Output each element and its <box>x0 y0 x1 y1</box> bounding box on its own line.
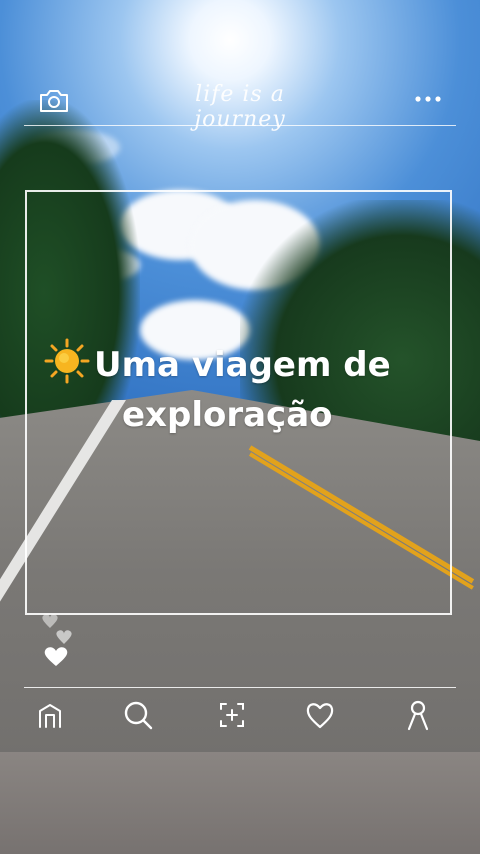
nav-likes[interactable] <box>300 697 340 737</box>
camera-icon[interactable] <box>38 88 70 114</box>
sun-icon <box>44 338 90 384</box>
nav-add[interactable] <box>212 697 252 737</box>
headline: Uma viagem de exploração <box>44 338 464 440</box>
nav-divider <box>24 687 456 688</box>
profile-icon <box>403 699 433 736</box>
heart-icon <box>304 700 336 735</box>
add-post-icon <box>217 700 247 735</box>
bottom-nav <box>0 697 480 737</box>
headline-line-2: exploração <box>122 395 333 435</box>
nav-home[interactable] <box>30 697 70 737</box>
header-divider <box>24 125 456 126</box>
search-icon <box>122 699 154 736</box>
headline-line-1: Uma viagem de <box>94 345 391 385</box>
more-dots-icon[interactable] <box>413 92 443 106</box>
hearts-icon[interactable] <box>38 612 82 668</box>
nav-search[interactable] <box>118 697 158 737</box>
nav-profile[interactable] <box>398 697 438 737</box>
home-icon <box>35 700 65 735</box>
bottom-blur <box>0 752 480 854</box>
